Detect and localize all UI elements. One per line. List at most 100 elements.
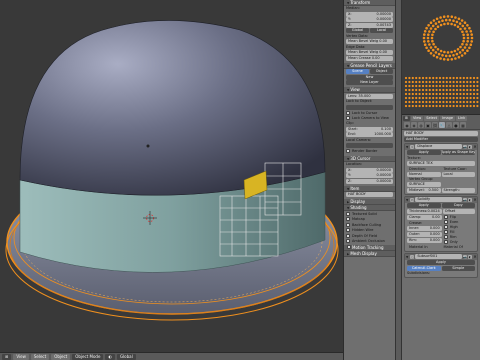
grease-pencil-object-button[interactable]: Object bbox=[370, 69, 393, 74]
properties-shelf: ▼Transform Median: X: 0.00000 Y: 0.00000 Z… bbox=[343, 0, 395, 360]
offset-field[interactable]: Offset bbox=[442, 208, 475, 214]
viewport-toggle-icon[interactable]: ◐ bbox=[468, 144, 472, 149]
viewport-toggle-icon[interactable]: ◐ bbox=[468, 254, 472, 259]
texture-tab-icon[interactable]: ▦ bbox=[460, 122, 466, 128]
texture-coords-dropdown[interactable]: Local bbox=[441, 171, 475, 177]
new-layer-button[interactable]: New Layer bbox=[346, 80, 393, 85]
object-menu[interactable]: Object bbox=[51, 353, 71, 360]
checkbox-icon bbox=[346, 228, 350, 233]
item-panel-header[interactable]: ▼Item bbox=[344, 185, 395, 192]
editor-divider[interactable] bbox=[395, 0, 402, 360]
displace-apply-button[interactable]: Apply bbox=[407, 150, 441, 155]
secondary-viewport[interactable] bbox=[402, 0, 480, 114]
cursor-y-field[interactable]: Y: 0.00000 bbox=[346, 173, 393, 178]
material-tab-icon[interactable]: ● bbox=[453, 122, 459, 128]
array-element bbox=[404, 84, 408, 88]
array-element bbox=[466, 80, 469, 84]
direction-dropdown[interactable]: Normal bbox=[407, 171, 441, 177]
ambient-occlusion-checkbox[interactable]: Ambient Occlusion bbox=[344, 239, 395, 245]
properties-tabs: ◉ ◈ ◍ ▣ ⛓ 🔧 △ ● ▦ bbox=[402, 121, 480, 130]
scene-tab-icon[interactable]: ◈ bbox=[411, 122, 417, 128]
close-icon[interactable]: ✕ bbox=[473, 197, 477, 202]
grease-pencil-panel-header[interactable]: ▼Grease Pencil Layers bbox=[344, 62, 395, 69]
render-toggle-icon[interactable]: 📷 bbox=[463, 254, 467, 259]
render-toggle-icon[interactable]: 📷 bbox=[463, 144, 467, 149]
global-button[interactable]: Global bbox=[346, 28, 369, 33]
new-grease-pencil-button[interactable]: New bbox=[346, 74, 393, 80]
modifiers-tab-icon[interactable]: 🔧 bbox=[439, 122, 445, 128]
clip-end-field[interactable]: End: 1000.000 bbox=[346, 132, 393, 137]
editor-type-icon[interactable]: ⊞ bbox=[403, 115, 410, 121]
constraints-tab-icon[interactable]: ⛓ bbox=[432, 122, 438, 128]
median-x-field[interactable]: X: 0.00000 bbox=[346, 11, 393, 17]
lock-object-field[interactable] bbox=[346, 104, 393, 110]
render-toggle-icon[interactable]: 📷 bbox=[463, 197, 467, 202]
add-modifier-dropdown[interactable]: Add Modifier bbox=[404, 136, 478, 142]
array-element bbox=[449, 88, 452, 92]
mean-crease-field[interactable]: Mean Crease 0.00 bbox=[346, 55, 393, 61]
view-menu[interactable]: View bbox=[13, 353, 29, 360]
displace-apply-shape-button[interactable]: Apply as Shape Key bbox=[441, 150, 475, 155]
texture-field[interactable]: SURFACE TEX bbox=[407, 161, 475, 166]
cursor-x-field[interactable]: X: 0.00000 bbox=[346, 167, 393, 173]
view-panel-header[interactable]: ▼View bbox=[344, 87, 395, 93]
strength-field[interactable]: Strength: bbox=[441, 187, 475, 193]
shading-icon[interactable]: ◐ bbox=[105, 353, 115, 360]
midlevel-field[interactable]: Midlevel: 0.500 bbox=[407, 187, 441, 193]
subsurf-name-field[interactable]: Subsurf001 bbox=[415, 254, 462, 259]
object-name-field[interactable]: HAT BODY bbox=[346, 192, 393, 197]
array-element bbox=[445, 88, 448, 92]
subdivisions-label: Subdivisions: bbox=[407, 271, 431, 275]
image-menu[interactable]: Image bbox=[440, 115, 456, 121]
grease-pencil-scene-button[interactable]: Scene bbox=[346, 69, 369, 74]
render-border-checkbox[interactable]: Render Border bbox=[344, 149, 395, 155]
array-element bbox=[418, 92, 421, 96]
mesh-display-header[interactable]: ▶Mesh Display bbox=[344, 251, 395, 257]
solidify-copy-button[interactable]: Copy bbox=[441, 203, 475, 208]
thickness-field[interactable]: Thickness: 0.0024 bbox=[407, 208, 442, 214]
solidify-name-field[interactable]: Solidify bbox=[415, 197, 462, 202]
clip-start-field[interactable]: Start: 0.100 bbox=[346, 126, 393, 132]
displace-name-field[interactable]: Displace bbox=[415, 144, 462, 149]
simple-button[interactable]: Simple bbox=[441, 265, 475, 271]
median-y-field[interactable]: Y: 0.00000 bbox=[346, 17, 393, 22]
solidify-modifier-header: ▼ ▭ Solidify 📷 ◐ ✕ bbox=[405, 196, 477, 203]
close-icon[interactable]: ✕ bbox=[473, 144, 477, 149]
array-element bbox=[425, 92, 428, 96]
outer-field[interactable]: Outer: 0.000 bbox=[407, 231, 442, 237]
solidify-apply-button[interactable]: Apply bbox=[407, 203, 441, 208]
vertex-group-field[interactable]: SURFACE bbox=[407, 181, 441, 187]
rim-field[interactable]: Rim: 0.000 bbox=[407, 237, 442, 243]
mode-dropdown[interactable]: Object Mode bbox=[72, 353, 104, 360]
expand-triangle-icon[interactable]: ▼ bbox=[406, 145, 408, 149]
cursor-z-field[interactable]: Z: 0.00000 bbox=[346, 178, 393, 184]
render-tab-icon[interactable]: ◉ bbox=[404, 122, 410, 128]
lens-field[interactable]: Lens: 35.000 bbox=[346, 93, 393, 99]
object-tab-icon[interactable]: ▣ bbox=[425, 122, 431, 128]
clamp-field[interactable]: Clamp: 0.00 bbox=[407, 214, 442, 220]
close-icon[interactable]: ✕ bbox=[473, 254, 477, 259]
local-camera-field[interactable] bbox=[346, 143, 393, 148]
expand-triangle-icon[interactable]: ▼ bbox=[406, 198, 408, 202]
select-menu[interactable]: Select bbox=[424, 115, 440, 121]
link-menu[interactable]: Link bbox=[456, 115, 468, 121]
orientation-dropdown[interactable]: Global bbox=[116, 353, 136, 360]
editor-type-icon[interactable]: ⊞ bbox=[2, 353, 12, 360]
view-menu[interactable]: View bbox=[410, 115, 424, 121]
array-element bbox=[459, 96, 462, 100]
select-menu[interactable]: Select bbox=[30, 353, 50, 360]
catmull-clark-button[interactable]: Catmull-Clark bbox=[407, 265, 441, 271]
inner-field[interactable]: Inner: 0.000 bbox=[407, 225, 442, 231]
median-z-field[interactable]: Z: 0.00743 bbox=[346, 22, 393, 28]
3d-viewport[interactable] bbox=[0, 0, 343, 352]
array-element bbox=[432, 88, 435, 92]
world-tab-icon[interactable]: ◍ bbox=[418, 122, 424, 128]
data-tab-icon[interactable]: △ bbox=[446, 122, 452, 128]
array-element bbox=[435, 17, 439, 21]
viewport-toggle-icon[interactable]: ◐ bbox=[468, 197, 472, 202]
mean-bevel-weight-vertex-field[interactable]: Mean Bevel Weig 0.00 bbox=[346, 39, 393, 44]
local-button[interactable]: Local bbox=[370, 28, 393, 33]
subsurf-apply-button[interactable]: Apply bbox=[407, 260, 475, 265]
expand-triangle-icon[interactable]: ▼ bbox=[406, 255, 408, 259]
mean-bevel-weight-edge-field[interactable]: Mean Bevel Weig 0.00 bbox=[346, 50, 393, 55]
